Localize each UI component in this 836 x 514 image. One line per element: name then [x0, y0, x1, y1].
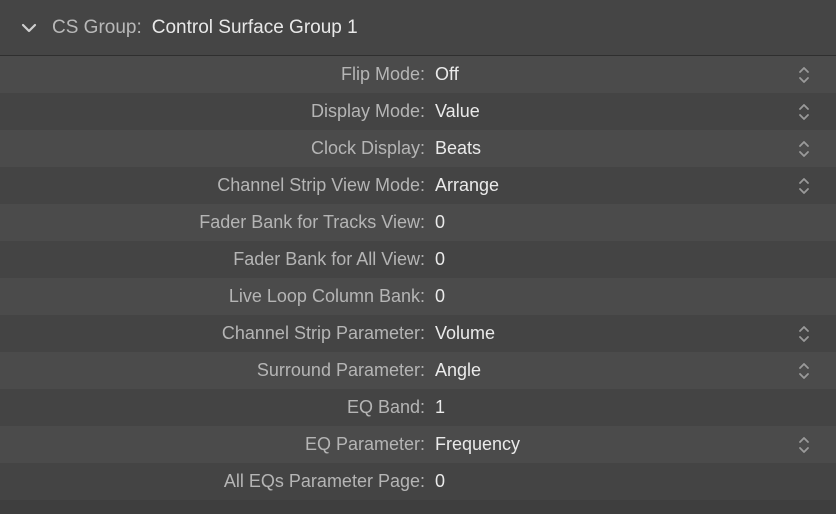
stepper-icon[interactable] [794, 62, 814, 88]
property-row: Live Loop Column Bank:0 [0, 278, 836, 315]
stepper-icon[interactable] [794, 358, 814, 384]
property-value-text: 0 [435, 471, 445, 492]
property-list: Flip Mode:Off Display Mode:Value Clock D… [0, 56, 836, 500]
property-value[interactable]: Beats [435, 136, 836, 162]
colon: : [420, 212, 435, 233]
property-value-text: Frequency [435, 434, 520, 455]
colon: : [420, 471, 435, 492]
property-label: Display Mode [0, 101, 420, 122]
property-label: All EQs Parameter Page [0, 471, 420, 492]
property-row: Fader Bank for Tracks View:0 [0, 204, 836, 241]
property-value-text: Volume [435, 323, 495, 344]
colon: : [420, 249, 435, 270]
header-value[interactable]: Control Surface Group 1 [152, 17, 358, 39]
property-label: Channel Strip View Mode [0, 175, 420, 196]
property-label: Surround Parameter [0, 360, 420, 381]
property-row: Fader Bank for All View:0 [0, 241, 836, 278]
property-label: Channel Strip Parameter [0, 323, 420, 344]
property-value[interactable]: Arrange [435, 173, 836, 199]
property-value[interactable]: Angle [435, 358, 836, 384]
property-value[interactable]: 0 [435, 471, 836, 492]
property-label: Clock Display [0, 138, 420, 159]
property-value-text: 0 [435, 286, 445, 307]
stepper-icon[interactable] [794, 99, 814, 125]
property-row: Channel Strip View Mode:Arrange [0, 167, 836, 204]
stepper-icon[interactable] [794, 432, 814, 458]
colon: : [420, 434, 435, 455]
property-value[interactable]: Value [435, 99, 836, 125]
colon: : [420, 360, 435, 381]
chevron-down-icon[interactable] [20, 19, 38, 37]
property-row: Surround Parameter:Angle [0, 352, 836, 389]
property-value-text: 1 [435, 397, 445, 418]
property-value[interactable]: 1 [435, 397, 836, 418]
property-value-text: Off [435, 64, 459, 85]
property-value-text: Value [435, 101, 480, 122]
property-value-text: Beats [435, 138, 481, 159]
property-value[interactable]: 0 [435, 249, 836, 270]
header: CS Group: Control Surface Group 1 [0, 0, 836, 56]
property-row: Display Mode:Value [0, 93, 836, 130]
property-value[interactable]: Volume [435, 321, 836, 347]
property-row: All EQs Parameter Page:0 [0, 463, 836, 500]
colon: : [420, 64, 435, 85]
property-label: EQ Parameter [0, 434, 420, 455]
property-value-text: Arrange [435, 175, 499, 196]
property-value-text: 0 [435, 249, 445, 270]
colon: : [420, 286, 435, 307]
header-label: CS Group: [52, 17, 142, 39]
stepper-icon[interactable] [794, 136, 814, 162]
property-value[interactable]: Frequency [435, 432, 836, 458]
property-label: Fader Bank for All View [0, 249, 420, 270]
property-value-text: Angle [435, 360, 481, 381]
property-row: EQ Band:1 [0, 389, 836, 426]
property-value[interactable]: Off [435, 62, 836, 88]
colon: : [420, 138, 435, 159]
colon: : [420, 101, 435, 122]
colon: : [420, 397, 435, 418]
stepper-icon[interactable] [794, 173, 814, 199]
property-value[interactable]: 0 [435, 212, 836, 233]
property-row: Flip Mode:Off [0, 56, 836, 93]
property-value-text: 0 [435, 212, 445, 233]
property-label: Fader Bank for Tracks View [0, 212, 420, 233]
colon: : [420, 323, 435, 344]
property-label: Flip Mode [0, 64, 420, 85]
colon: : [420, 175, 435, 196]
stepper-icon[interactable] [794, 321, 814, 347]
property-label: EQ Band [0, 397, 420, 418]
property-row: Channel Strip Parameter:Volume [0, 315, 836, 352]
property-label: Live Loop Column Bank [0, 286, 420, 307]
property-row: Clock Display:Beats [0, 130, 836, 167]
property-value[interactable]: 0 [435, 286, 836, 307]
property-row: EQ Parameter:Frequency [0, 426, 836, 463]
